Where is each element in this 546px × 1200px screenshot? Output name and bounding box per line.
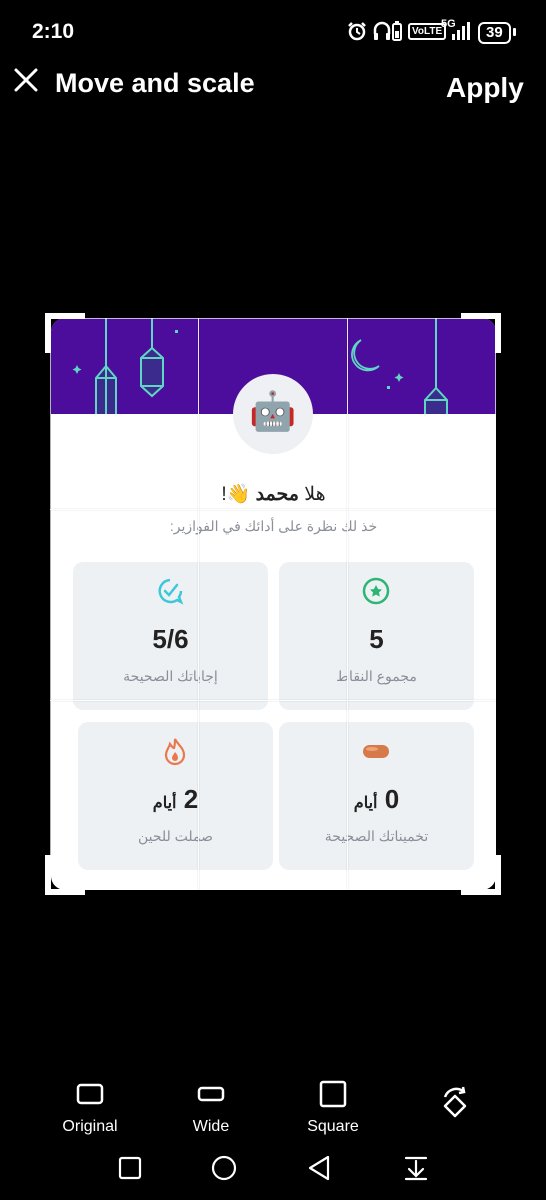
- recents-button[interactable]: [110, 1148, 150, 1188]
- home-button[interactable]: [204, 1148, 244, 1188]
- crop-frame[interactable]: [50, 318, 496, 890]
- crop-grid-line: [50, 509, 496, 510]
- square-ratio-icon: [319, 1080, 347, 1108]
- battery-level: 39: [478, 22, 511, 44]
- back-icon: [308, 1155, 330, 1181]
- option-wide[interactable]: Wide: [161, 1080, 261, 1136]
- option-square[interactable]: Square: [283, 1080, 383, 1136]
- original-ratio-icon: [76, 1083, 104, 1105]
- back-button[interactable]: [300, 1148, 340, 1188]
- option-original[interactable]: Original: [40, 1080, 140, 1136]
- status-time: 2:10: [32, 20, 75, 43]
- status-icons: VoLTE 5G 39: [346, 18, 518, 48]
- rotate-button[interactable]: [405, 1086, 505, 1126]
- option-label: Square: [307, 1118, 359, 1135]
- notification-shade-button[interactable]: [396, 1148, 436, 1188]
- crop-handle-top-right[interactable]: [461, 313, 501, 353]
- crop-grid-line: [347, 318, 348, 890]
- apply-button[interactable]: Apply: [446, 72, 524, 104]
- crop-grid-line: [50, 700, 496, 701]
- crop-handle-top-left[interactable]: [45, 313, 85, 353]
- option-label: Wide: [192, 1118, 230, 1135]
- alarm-icon: [348, 22, 366, 41]
- signal-icon: [452, 22, 470, 40]
- crop-handle-bottom-left[interactable]: [45, 855, 85, 895]
- battery-tip: [513, 28, 516, 36]
- headphones-icon: [373, 21, 391, 40]
- rotate-icon: [443, 1086, 467, 1118]
- notification-shade-icon: [404, 1156, 428, 1181]
- home-icon: [211, 1155, 237, 1181]
- recents-icon: [118, 1156, 142, 1180]
- battery-saver-icon: [392, 21, 402, 41]
- crop-grid-line: [198, 318, 199, 890]
- option-label: Original: [62, 1118, 118, 1135]
- close-button[interactable]: [8, 62, 44, 98]
- wide-ratio-icon: [197, 1086, 225, 1102]
- crop-handle-bottom-right[interactable]: [461, 855, 501, 895]
- page-title: Move and scale: [55, 68, 255, 98]
- close-icon: [14, 68, 38, 92]
